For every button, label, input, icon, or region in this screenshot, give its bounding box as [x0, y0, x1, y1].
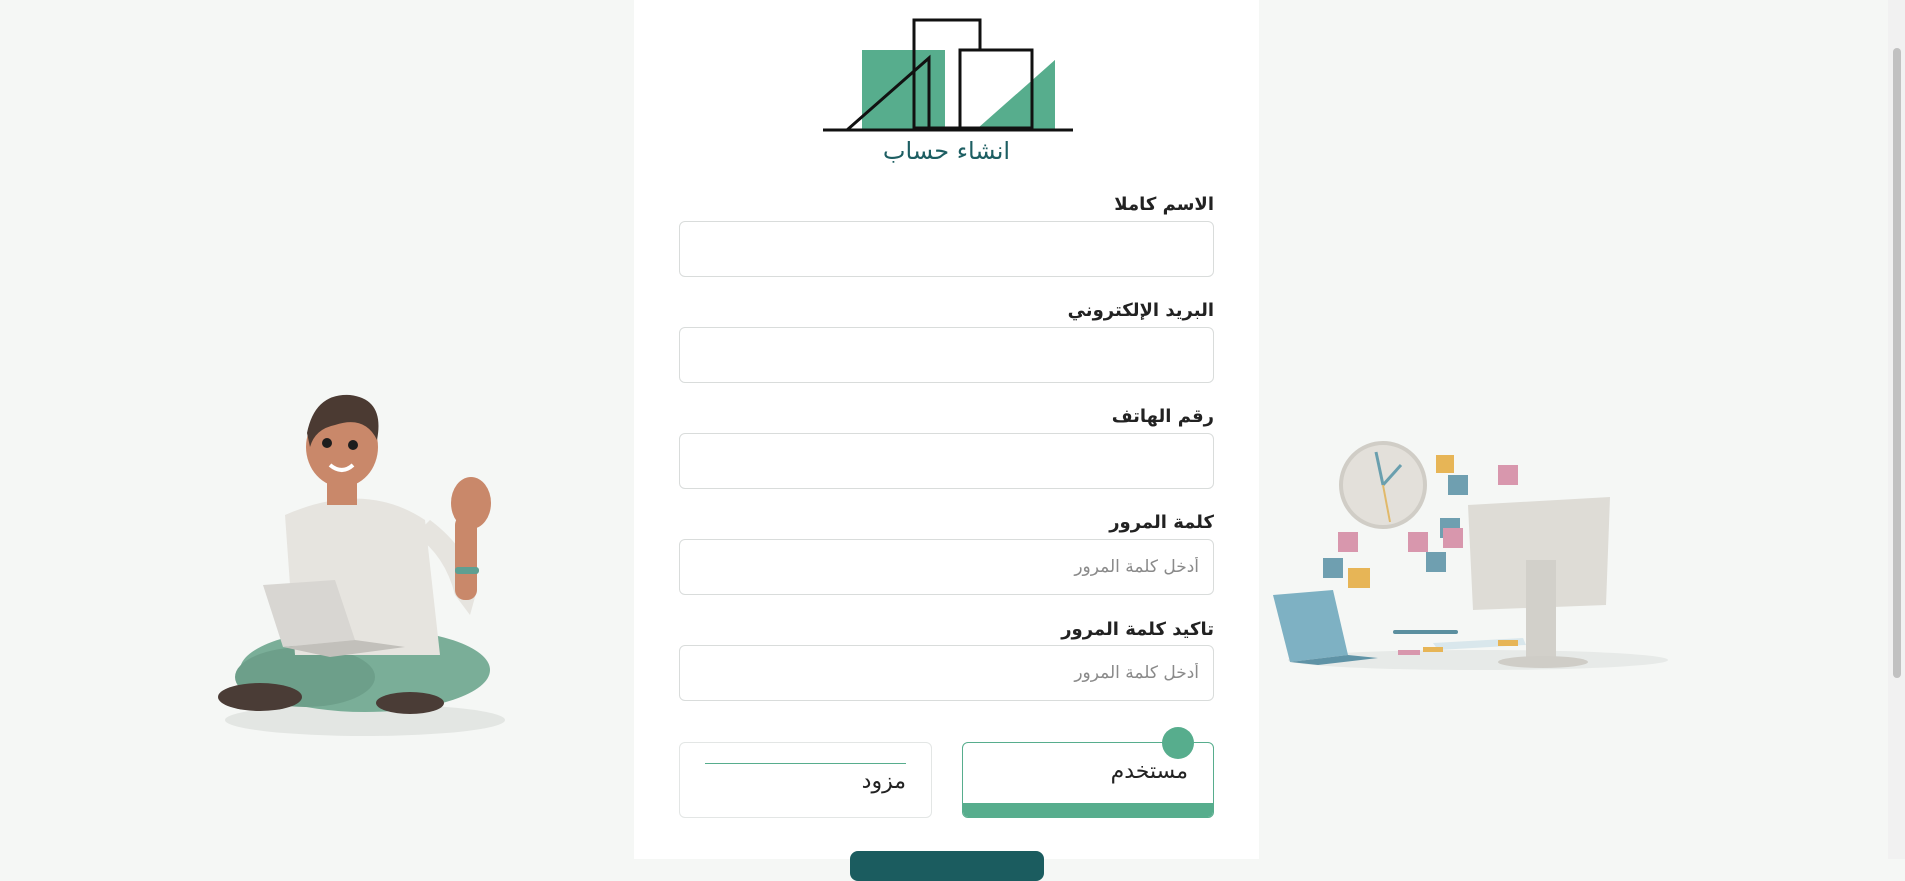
password-label: كلمة المرور — [1109, 512, 1214, 533]
email-label: البريد الإلكتروني — [1067, 300, 1214, 321]
vertical-scrollbar[interactable] — [1888, 0, 1905, 859]
role-provider-option[interactable]: مزود — [679, 742, 932, 818]
submit-button[interactable] — [850, 851, 1044, 881]
role-selected-indicator-icon — [1162, 727, 1194, 759]
role-provider-divider — [705, 763, 906, 764]
buildings-logo-icon — [823, 18, 1073, 133]
confirm-password-input[interactable] — [679, 645, 1214, 701]
phone-label: رقم الهاتف — [1111, 406, 1214, 427]
role-provider-label: مزود — [861, 769, 906, 794]
full-name-input[interactable] — [679, 221, 1214, 277]
page-title: انشاء حساب — [882, 137, 1011, 165]
workspace-illustration — [1268, 440, 1668, 680]
password-input[interactable] — [679, 539, 1214, 595]
role-user-selected-bar — [963, 803, 1213, 817]
signup-card: انشاء حساب الاسم كاملا البريد الإلكتروني… — [634, 0, 1259, 881]
email-input[interactable] — [679, 327, 1214, 383]
person-laptop-illustration — [215, 385, 535, 740]
role-user-label: مستخدم — [1110, 759, 1188, 784]
confirm-password-label: تاكيد كلمة المرور — [1061, 619, 1214, 640]
phone-input[interactable] — [679, 433, 1214, 489]
full-name-label: الاسم كاملا — [1114, 194, 1214, 215]
scrollbar-thumb[interactable] — [1893, 48, 1901, 678]
